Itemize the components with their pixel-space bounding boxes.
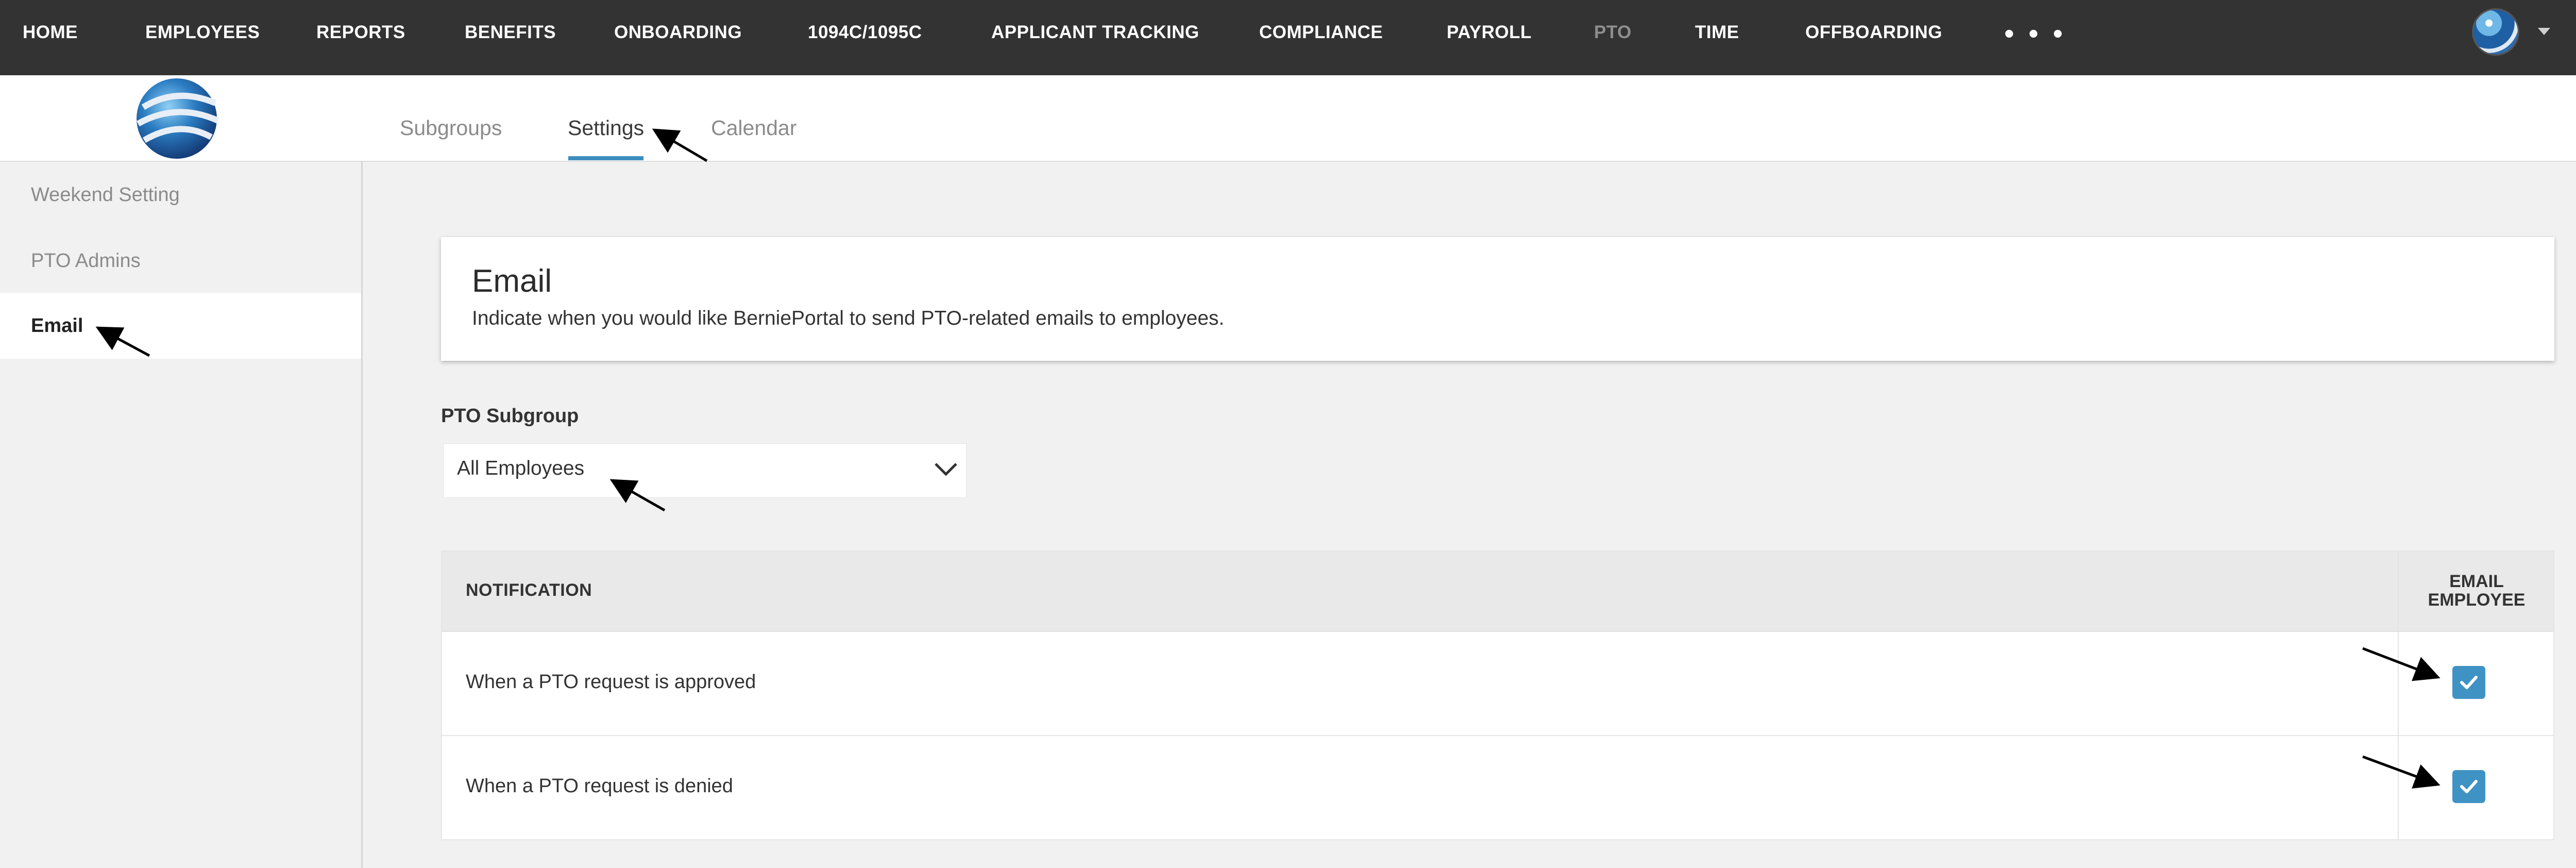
column-header-notification: NOTIFICATION <box>466 580 592 600</box>
nav-item-reports[interactable]: REPORTS <box>316 20 405 45</box>
nav-item-employees[interactable]: EMPLOYEES <box>145 20 260 45</box>
tab-calendar[interactable]: Calendar <box>711 113 796 142</box>
chevron-down-icon <box>935 463 957 476</box>
tab-settings[interactable]: Settings <box>568 113 644 142</box>
subgroup-label: PTO Subgroup <box>441 405 579 427</box>
avatar-icon[interactable] <box>2472 8 2519 56</box>
check-icon <box>2460 676 2478 689</box>
check-icon <box>2460 780 2478 793</box>
page-description: Indicate when you would like BerniePorta… <box>472 307 1225 329</box>
nav-item-onboarding[interactable]: ONBOARDING <box>614 20 742 45</box>
notifications-table: NOTIFICATION EMAIL EMPLOYEE When a PTO r… <box>441 550 2554 840</box>
nav-item-time[interactable]: TIME <box>1695 20 1739 45</box>
nav-item-applicant-tracking[interactable]: APPLICANT TRACKING <box>991 20 1199 45</box>
table-row: When a PTO request is approved <box>442 632 2553 736</box>
nav-item-payroll[interactable]: PAYROLL <box>1447 20 1532 45</box>
active-tab-indicator <box>568 156 643 160</box>
nav-item-home[interactable]: HOME <box>23 20 78 45</box>
table-row: When a PTO request is denied <box>442 736 2553 840</box>
email-employee-checkbox[interactable] <box>2452 666 2485 699</box>
notification-label: When a PTO request is denied <box>466 775 733 797</box>
sidebar-item-email[interactable]: Email <box>0 293 361 359</box>
nav-item-1094c-1095c[interactable]: 1094C/1095C <box>808 20 922 45</box>
nav-item-pto[interactable]: PTO <box>1594 20 1632 45</box>
sidebar-item-weekend-setting[interactable]: Weekend Setting <box>0 162 361 228</box>
caret-down-icon[interactable] <box>2538 28 2550 35</box>
notification-label: When a PTO request is approved <box>466 671 756 693</box>
nav-item-benefits[interactable]: BENEFITS <box>465 20 556 45</box>
page-title: Email <box>472 263 552 299</box>
nav-item-offboarding[interactable]: OFFBOARDING <box>1805 20 1942 45</box>
column-header-email-line-2: EMPLOYEE <box>2428 590 2526 610</box>
sub-header <box>0 75 2576 162</box>
column-header-email-line-1: EMAIL <box>2449 572 2504 591</box>
table-header: NOTIFICATION EMAIL EMPLOYEE <box>442 552 2553 632</box>
top-navigation-bar: HOME EMPLOYEES REPORTS BENEFITS ONBOARDI… <box>0 0 2576 75</box>
nav-more-menu[interactable]: • • • <box>2004 19 2066 48</box>
email-employee-checkbox[interactable] <box>2452 770 2485 803</box>
settings-sidebar: Weekend Setting PTO Admins Email <box>0 162 363 868</box>
email-settings-card: Email Indicate when you would like Berni… <box>441 237 2554 361</box>
subgroup-select-value: All Employees <box>457 457 585 479</box>
nav-item-compliance[interactable]: COMPLIANCE <box>1259 20 1383 45</box>
column-divider <box>2398 552 2399 839</box>
sidebar-item-pto-admins[interactable]: PTO Admins <box>0 228 361 294</box>
tab-subgroups[interactable]: Subgroups <box>400 113 502 142</box>
column-header-email-employee: EMAIL EMPLOYEE <box>2400 572 2553 609</box>
subgroup-select[interactable]: All Employees <box>443 443 967 498</box>
globe-logo-icon <box>137 78 219 159</box>
